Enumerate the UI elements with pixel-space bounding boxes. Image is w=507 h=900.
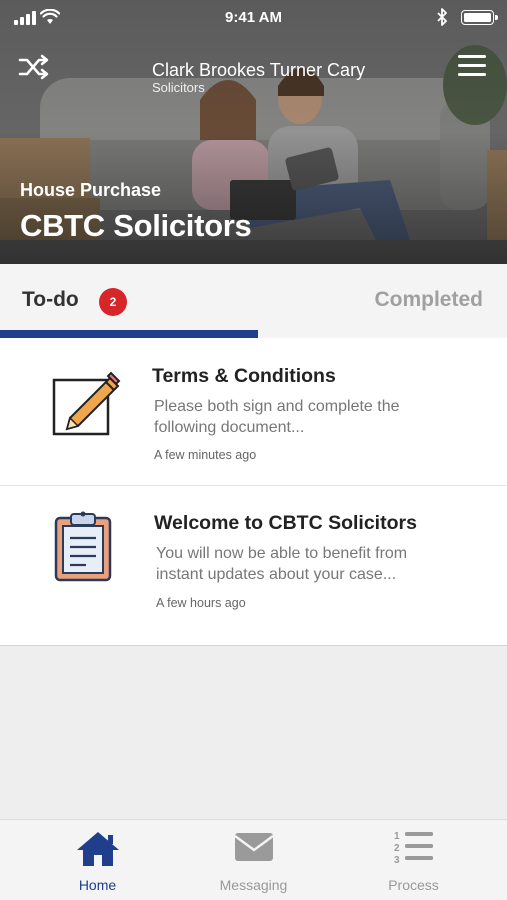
bluetooth-icon [437,8,447,26]
tab-todo[interactable]: To-do 2 [0,264,258,338]
tab-bar: To-do 2 Completed [0,264,507,338]
tab-completed[interactable]: Completed [258,264,507,338]
numbered-list-icon: 1 2 3 [394,831,433,866]
task-item-welcome[interactable]: Welcome to CBTC Solicitors You will now … [0,486,507,645]
hero-header: 9:41 AM Clark Brookes Turner Cary Solici… [0,0,507,264]
home-icon [76,832,119,866]
battery-icon [461,10,498,25]
firm-subtitle: Solicitors [152,80,205,95]
task-description: You will now be able to benefit from ins… [156,545,408,583]
bottom-navigation: Home Messaging 1 2 3 Process [0,819,507,900]
task-timestamp: A few hours ago [156,596,246,610]
status-bar: 9:41 AM [0,0,507,36]
svg-text:1: 1 [394,831,400,842]
status-time: 9:41 AM [225,9,282,26]
task-timestamp: A few minutes ago [154,448,257,462]
shuffle-icon[interactable] [18,54,50,80]
active-tab-indicator [0,330,258,338]
matter-type: House Purchase [20,180,162,200]
todo-count-badge: 2 [99,288,127,316]
nav-home-label: Home [78,877,117,893]
svg-text:3: 3 [394,855,400,866]
nav-process[interactable]: 1 2 3 Process [329,820,498,900]
clipboard-icon [54,511,112,582]
task-description: Please both sign and complete the follow… [154,398,400,436]
nav-home[interactable]: Home [13,820,182,900]
firm-name: Clark Brookes Turner Cary [152,60,366,80]
nav-messaging[interactable]: Messaging [169,820,338,900]
task-list: Terms & Conditions Please both sign and … [0,338,507,646]
svg-text:2: 2 [394,843,400,854]
hamburger-menu-icon[interactable] [458,55,486,79]
task-title: Terms & Conditions [152,365,336,387]
tab-todo-label: To-do [22,288,79,311]
task-title: Welcome to CBTC Solicitors [154,512,417,534]
envelope-icon [233,833,274,861]
tab-completed-label: Completed [374,288,483,311]
nav-messaging-label: Messaging [219,877,288,893]
matter-title: CBTC Solicitors [20,208,252,243]
edit-document-icon [52,371,121,436]
nav-process-label: Process [388,877,439,893]
task-item-terms[interactable]: Terms & Conditions Please both sign and … [0,338,507,486]
